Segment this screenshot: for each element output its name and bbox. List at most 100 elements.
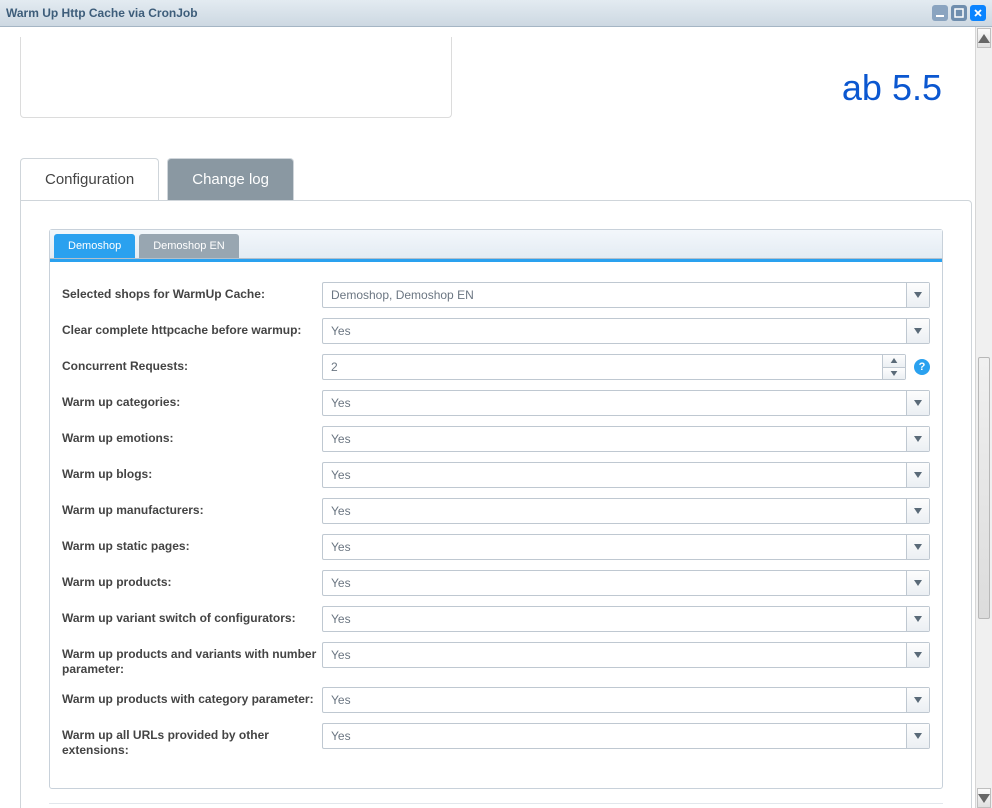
footer-bar: Save	[49, 803, 943, 808]
form-row: Warm up products and variants with numbe…	[62, 642, 930, 677]
number-input[interactable]: 2	[322, 354, 906, 380]
combo-box[interactable]: Yes	[322, 570, 930, 596]
field-wrap: Yes	[322, 687, 930, 713]
field-wrap: Yes	[322, 390, 930, 416]
field-wrap: Yes	[322, 534, 930, 560]
field-value: Demoshop, Demoshop EN	[323, 283, 906, 307]
main-tab-configuration[interactable]: Configuration	[20, 158, 159, 200]
dropdown-toggle-icon[interactable]	[906, 463, 929, 487]
combo-box[interactable]: Yes	[322, 606, 930, 632]
combo-box[interactable]: Yes	[322, 498, 930, 524]
field-value: Yes	[323, 571, 906, 595]
field-label: Clear complete httpcache before warmup:	[62, 318, 322, 338]
field-value: Yes	[323, 724, 906, 748]
form-area: Selected shops for WarmUp Cache:Demoshop…	[50, 262, 942, 788]
combo-box[interactable]: Yes	[322, 318, 930, 344]
form-row: Warm up static pages:Yes	[62, 534, 930, 560]
form-row: Warm up variant switch of configurators:…	[62, 606, 930, 632]
form-row: Warm up products with category parameter…	[62, 687, 930, 713]
close-button[interactable]	[970, 5, 986, 21]
field-wrap: Yes	[322, 426, 930, 452]
form-row: Selected shops for WarmUp Cache:Demoshop…	[62, 282, 930, 308]
combo-box[interactable]: Yes	[322, 426, 930, 452]
field-label: Warm up manufacturers:	[62, 498, 322, 518]
field-value: Yes	[323, 319, 906, 343]
help-icon[interactable]: ?	[914, 359, 930, 375]
top-area: ab 5.5	[20, 37, 972, 118]
dropdown-toggle-icon[interactable]	[906, 499, 929, 523]
field-wrap: Yes	[322, 723, 930, 749]
field-value: Yes	[323, 391, 906, 415]
combo-box[interactable]: Yes	[322, 642, 930, 668]
window-controls	[932, 5, 986, 21]
field-label: Warm up categories:	[62, 390, 322, 410]
dropdown-toggle-icon[interactable]	[906, 319, 929, 343]
field-wrap: Demoshop, Demoshop EN	[322, 282, 930, 308]
window-title: Warm Up Http Cache via CronJob	[6, 6, 932, 20]
combo-box[interactable]: Yes	[322, 462, 930, 488]
field-value: Yes	[323, 463, 906, 487]
combo-box[interactable]: Yes	[322, 687, 930, 713]
field-wrap: Yes	[322, 570, 930, 596]
field-value: 2	[323, 355, 882, 379]
scrollbar[interactable]	[975, 27, 992, 808]
combo-box[interactable]: Yes	[322, 390, 930, 416]
field-label: Concurrent Requests:	[62, 354, 322, 374]
spinner-up-icon[interactable]	[883, 355, 905, 368]
field-wrap: Yes	[322, 642, 930, 668]
minimize-button[interactable]	[932, 5, 948, 21]
dropdown-toggle-icon[interactable]	[906, 571, 929, 595]
window-body: ab 5.5 ConfigurationChange log DemoshopD…	[0, 27, 992, 808]
dropdown-toggle-icon[interactable]	[906, 607, 929, 631]
shop-tab-demoshop-en[interactable]: Demoshop EN	[139, 234, 239, 258]
field-label: Warm up blogs:	[62, 462, 322, 482]
field-value: Yes	[323, 643, 906, 667]
form-row: Warm up blogs:Yes	[62, 462, 930, 488]
scroll-up-arrow-icon[interactable]	[977, 28, 991, 48]
combo-box[interactable]: Yes	[322, 723, 930, 749]
form-row: Warm up products:Yes	[62, 570, 930, 596]
dropdown-toggle-icon[interactable]	[906, 688, 929, 712]
shop-tabs: DemoshopDemoshop EN	[50, 230, 942, 259]
field-label: Warm up all URLs provided by other exten…	[62, 723, 322, 758]
combo-box[interactable]: Demoshop, Demoshop EN	[322, 282, 930, 308]
field-label: Warm up static pages:	[62, 534, 322, 554]
field-value: Yes	[323, 607, 906, 631]
main-tabs: ConfigurationChange log	[20, 158, 972, 200]
spinner-down-icon[interactable]	[883, 368, 905, 380]
form-row: Concurrent Requests:2?	[62, 354, 930, 380]
field-wrap: Yes	[322, 498, 930, 524]
field-wrap: 2?	[322, 354, 930, 380]
scroll-thumb[interactable]	[978, 357, 990, 619]
field-value: Yes	[323, 499, 906, 523]
field-label: Selected shops for WarmUp Cache:	[62, 282, 322, 302]
dropdown-toggle-icon[interactable]	[906, 643, 929, 667]
shop-tab-demoshop[interactable]: Demoshop	[54, 234, 135, 258]
inner-panel: DemoshopDemoshop EN Selected shops for W…	[49, 229, 943, 789]
scroll-down-arrow-icon[interactable]	[977, 788, 991, 808]
dropdown-toggle-icon[interactable]	[906, 427, 929, 451]
field-value: Yes	[323, 427, 906, 451]
maximize-button[interactable]	[951, 5, 967, 21]
combo-box[interactable]: Yes	[322, 534, 930, 560]
field-label: Warm up emotions:	[62, 426, 322, 446]
field-label: Warm up products with category parameter…	[62, 687, 322, 707]
field-wrap: Yes	[322, 606, 930, 632]
dropdown-toggle-icon[interactable]	[906, 391, 929, 415]
window-titlebar: Warm Up Http Cache via CronJob	[0, 0, 992, 27]
spinner-buttons	[882, 355, 905, 379]
dropdown-toggle-icon[interactable]	[906, 283, 929, 307]
field-label: Warm up products and variants with numbe…	[62, 642, 322, 677]
main-panel: DemoshopDemoshop EN Selected shops for W…	[20, 200, 972, 808]
field-label: Warm up products:	[62, 570, 322, 590]
preview-pane	[20, 37, 452, 118]
form-row: Warm up categories:Yes	[62, 390, 930, 416]
main-tab-change-log[interactable]: Change log	[167, 158, 294, 200]
field-label: Warm up variant switch of configurators:	[62, 606, 322, 626]
form-row: Warm up emotions:Yes	[62, 426, 930, 452]
form-row: Warm up manufacturers:Yes	[62, 498, 930, 524]
dropdown-toggle-icon[interactable]	[906, 724, 929, 748]
dropdown-toggle-icon[interactable]	[906, 535, 929, 559]
field-value: Yes	[323, 535, 906, 559]
field-wrap: Yes	[322, 318, 930, 344]
